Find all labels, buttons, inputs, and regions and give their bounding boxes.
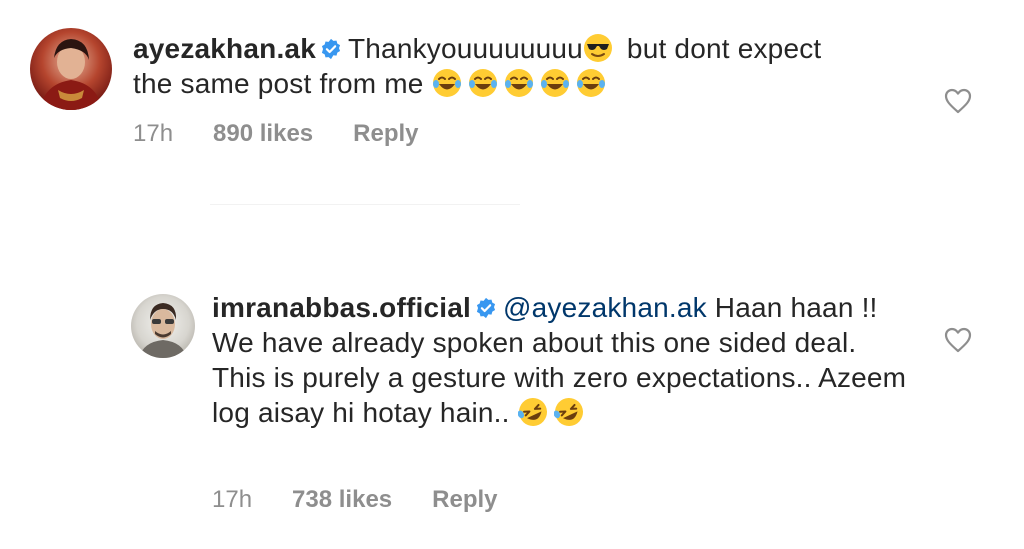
mention-link[interactable]: @ayezakhan.ak xyxy=(503,292,707,323)
emoji-group xyxy=(432,68,612,99)
tears-of-joy-emoji xyxy=(540,69,569,97)
tears-of-joy-emoji xyxy=(468,69,497,97)
heart-outline-icon[interactable] xyxy=(944,327,972,353)
likes-count[interactable]: 890 likes xyxy=(213,120,313,147)
tears-of-joy-emoji xyxy=(504,69,533,97)
tears-of-joy-emoji xyxy=(576,69,605,97)
avatar[interactable] xyxy=(131,294,195,358)
comment-time: 17h xyxy=(212,486,253,513)
comment-time: 17h xyxy=(133,120,174,147)
avatar-portrait-icon xyxy=(139,303,187,358)
avatar-portrait-icon xyxy=(40,39,102,110)
comment-body: imranabbas.official @ayezakhan.ak Haan ha… xyxy=(212,290,912,430)
username-link[interactable]: imranabbas.official xyxy=(212,292,471,323)
verified-badge-icon xyxy=(321,38,341,60)
comment-body: ayezakhan.ak Thankyouuuuuuuu but dont exp… xyxy=(133,31,853,101)
divider xyxy=(210,204,520,205)
comment-text-part1: Thankyouuuuuuuu xyxy=(347,33,583,64)
rolling-laughing-emoji xyxy=(553,398,583,426)
reply-button[interactable]: Reply xyxy=(432,486,497,513)
comment-meta: 17h 738 likes Reply xyxy=(212,486,538,514)
comments-screenshot: ayezakhan.ak Thankyouuuuuuuu but dont exp… xyxy=(0,0,1024,549)
reply-button[interactable]: Reply xyxy=(353,120,418,147)
heart-outline-icon[interactable] xyxy=(944,88,972,114)
rolling-laughing-emoji xyxy=(517,398,547,426)
verified-badge-icon xyxy=(476,297,496,319)
likes-count[interactable]: 738 likes xyxy=(292,486,392,513)
emoji-group xyxy=(517,397,590,428)
avatar[interactable] xyxy=(30,28,112,110)
tears-of-joy-emoji xyxy=(432,69,461,97)
sunglasses-emoji xyxy=(583,34,612,62)
comment-meta: 17h 890 likes Reply xyxy=(133,120,459,148)
username-link[interactable]: ayezakhan.ak xyxy=(133,33,316,64)
